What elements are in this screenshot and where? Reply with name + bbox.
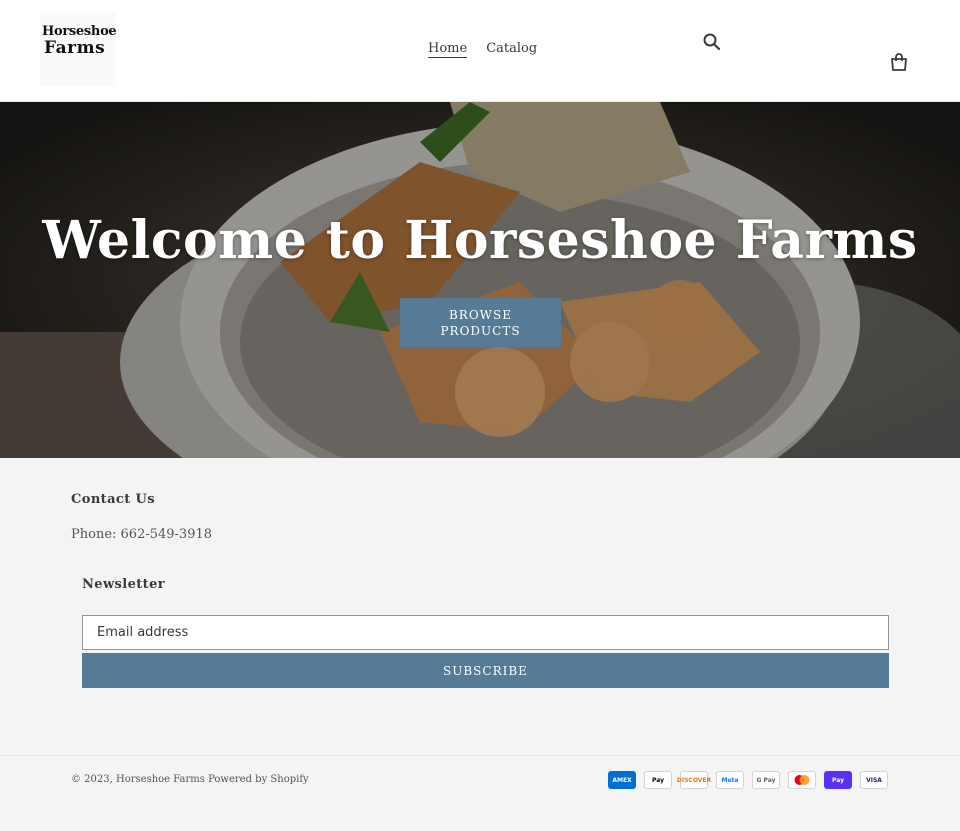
- store-link[interactable]: Horseshoe Farms: [116, 774, 205, 785]
- site-header: Horseshoe Farms Home Catalog: [0, 0, 960, 102]
- hero-food-image: [0, 102, 960, 458]
- footer-divider: [0, 755, 960, 756]
- logo-line2: Farms: [44, 38, 106, 58]
- mastercard-icon: [788, 771, 816, 789]
- copyright-prefix: © 2023,: [71, 774, 113, 785]
- google-pay-icon: G Pay: [752, 771, 780, 789]
- discover-icon: DISCOVER: [677, 771, 711, 789]
- subscribe-button[interactable]: SUBSCRIBE: [82, 653, 889, 688]
- brand-logo[interactable]: Horseshoe Farms: [40, 12, 117, 86]
- powered-by-link[interactable]: Powered by Shopify: [208, 774, 309, 785]
- search-icon[interactable]: [702, 32, 722, 52]
- browse-products-button[interactable]: BROWSE PRODUCTS: [400, 298, 561, 347]
- contact-heading: Contact Us: [71, 492, 155, 507]
- nav-catalog[interactable]: Catalog: [486, 41, 537, 58]
- site-footer: Contact Us Phone: 662-549-3918 Newslette…: [0, 458, 960, 831]
- visa-icon: VISA: [860, 771, 888, 789]
- amex-icon: AMEX: [608, 771, 636, 789]
- hero-banner: Welcome to Horseshoe Farms BROWSE PRODUC…: [0, 102, 960, 458]
- newsletter-heading: Newsletter: [82, 577, 166, 592]
- main-nav: Home Catalog: [428, 41, 537, 58]
- hero-title: Welcome to Horseshoe Farms: [42, 210, 918, 271]
- contact-phone: Phone: 662-549-3918: [71, 527, 213, 542]
- email-field[interactable]: [82, 615, 889, 650]
- meta-pay-icon: Meta: [716, 771, 744, 789]
- payment-icons: AMEX Pay DISCOVER Meta G Pay Pay VISA: [608, 771, 888, 789]
- logo-line1: Horseshoe: [42, 24, 117, 39]
- shop-pay-icon: Pay: [824, 771, 852, 789]
- apple-pay-icon: Pay: [644, 771, 672, 789]
- nav-home[interactable]: Home: [428, 41, 468, 58]
- copyright: © 2023, Horseshoe Farms Powered by Shopi…: [71, 774, 309, 785]
- cart-icon[interactable]: [889, 52, 909, 72]
